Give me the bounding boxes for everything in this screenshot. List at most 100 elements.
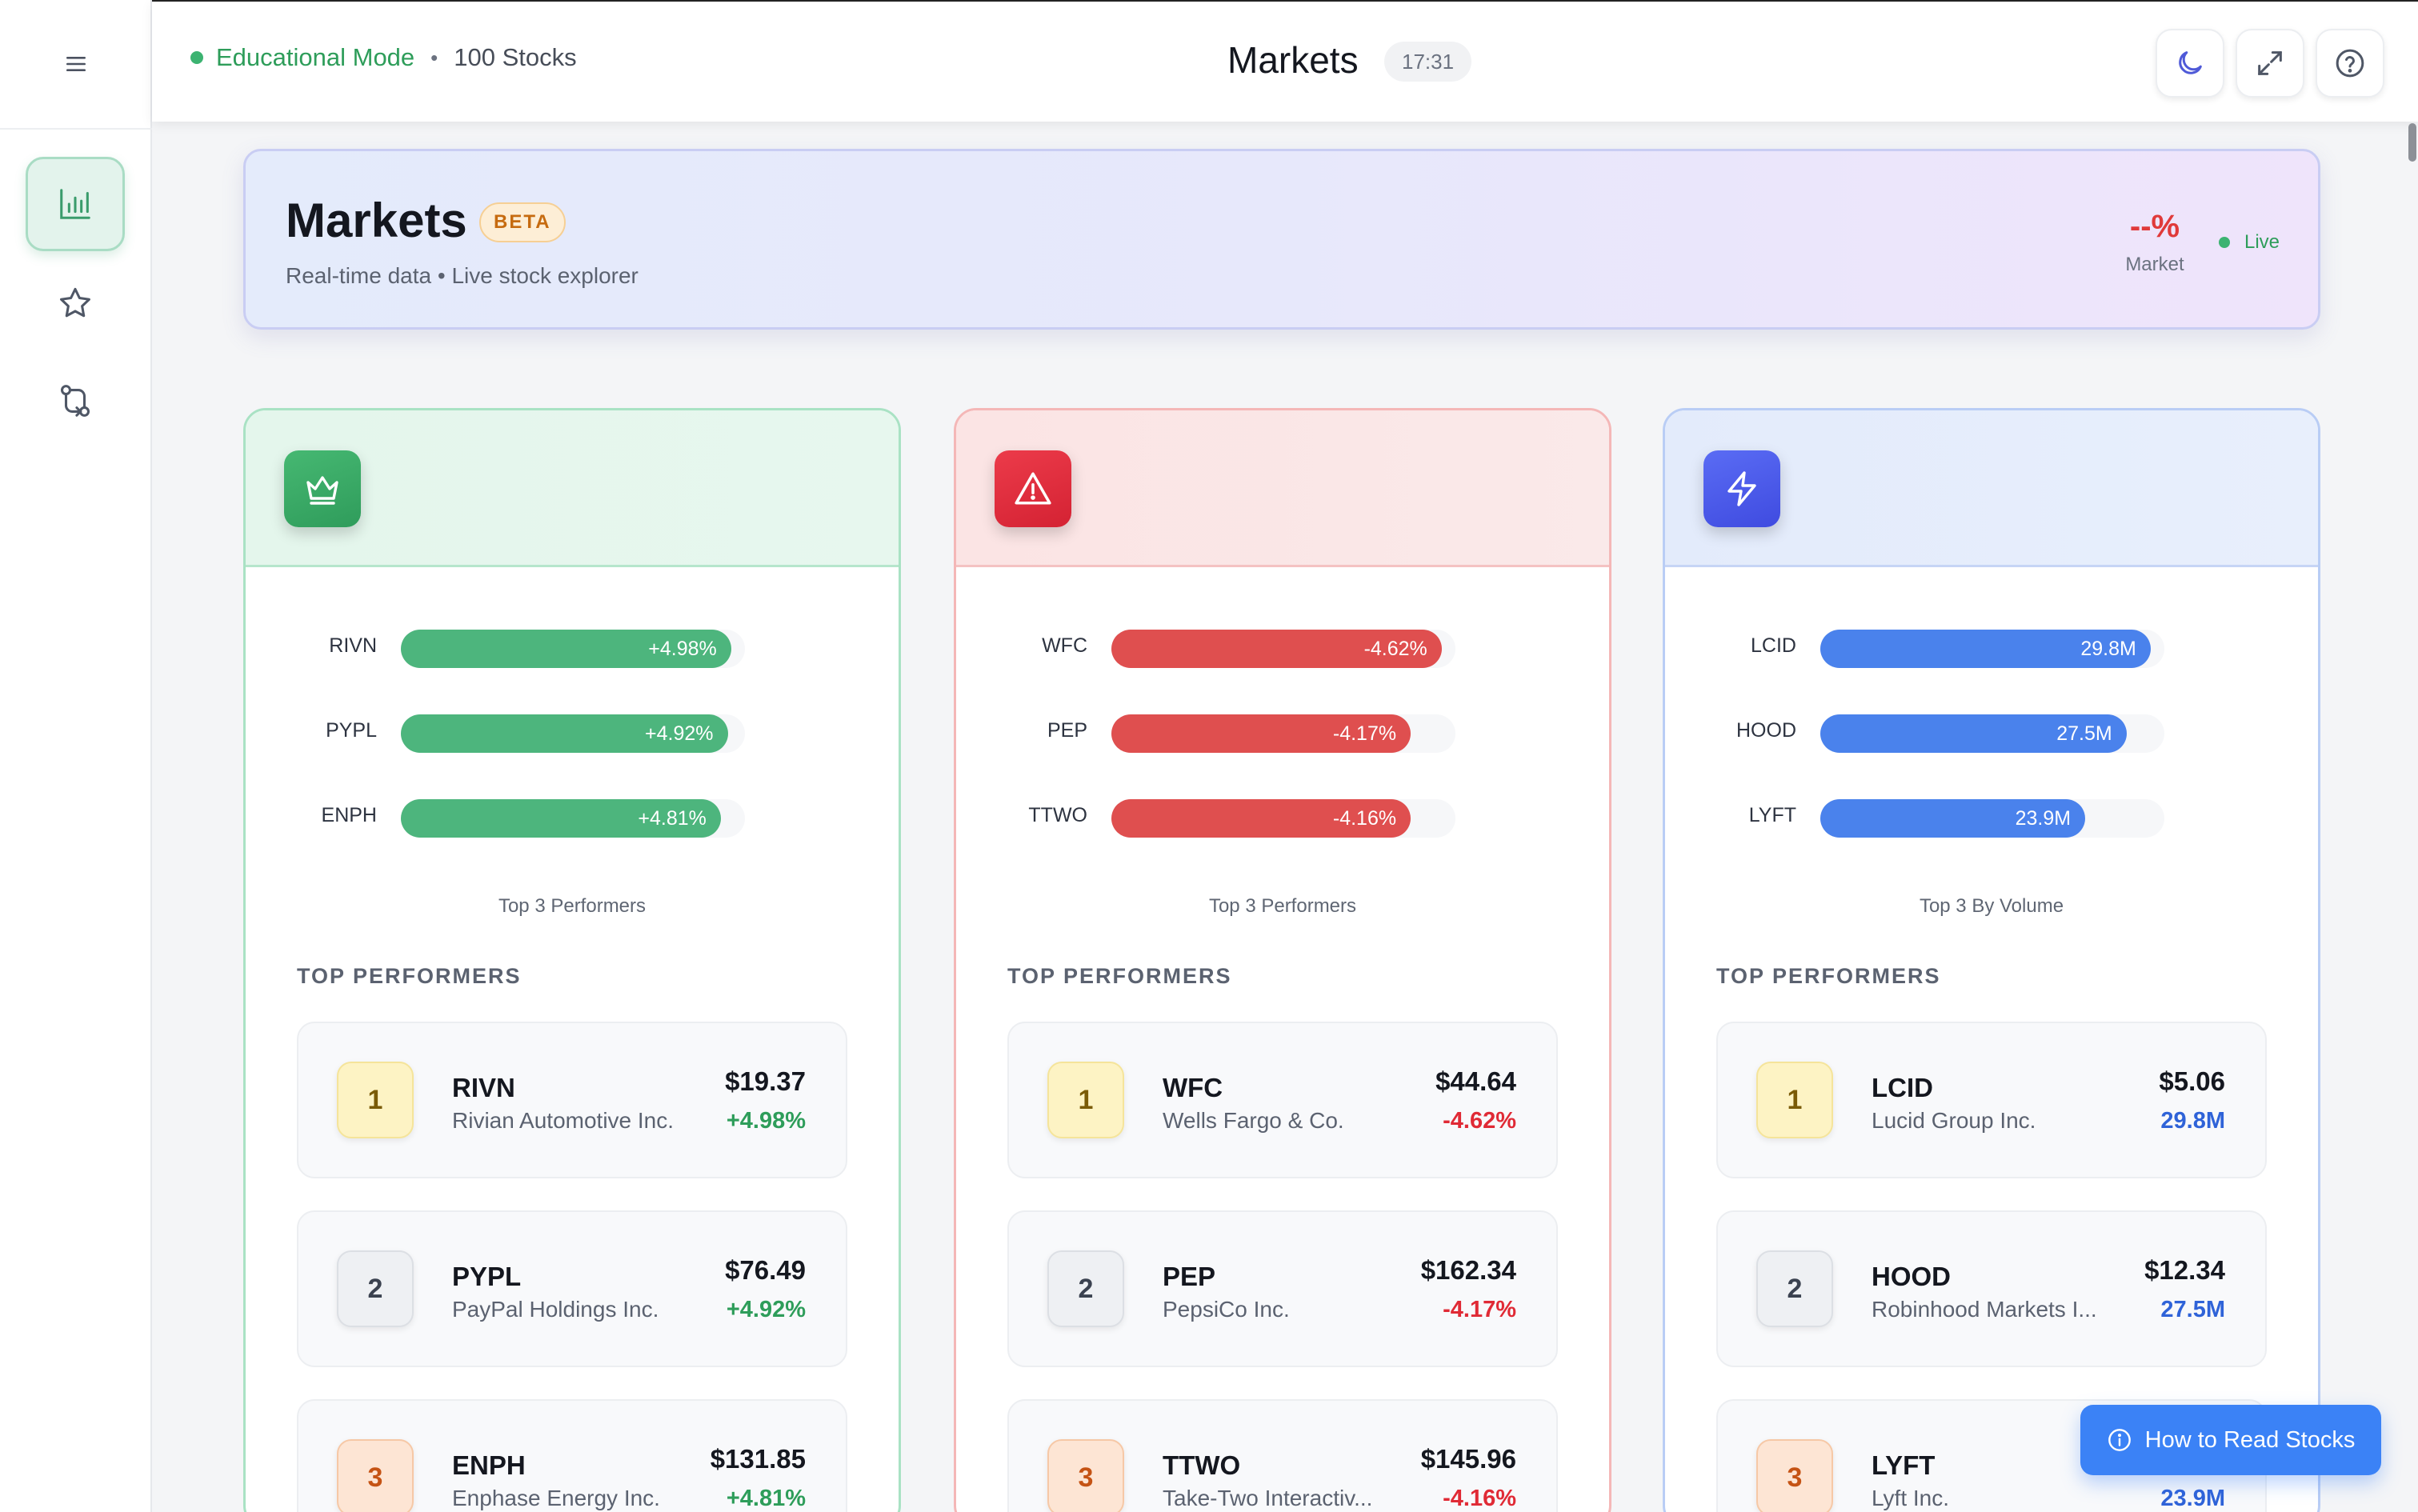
stock-symbol: HOOD (1872, 1262, 1951, 1291)
sidebar-item-markets[interactable] (26, 157, 125, 251)
bar-row: HOOD 27.5M (1665, 708, 2318, 756)
card-icon-badge (1703, 450, 1780, 527)
fullscreen-button[interactable] (2236, 29, 2304, 98)
bar-track: +4.92% (401, 714, 745, 753)
question-icon (2336, 49, 2364, 78)
live-dot (2219, 237, 2230, 248)
rank-badge: 3 (337, 1439, 414, 1512)
bar-fill: -4.17% (1111, 714, 1411, 753)
stock-change: 27.5M (2160, 1297, 2225, 1322)
live-indicator: Live (2219, 231, 2280, 254)
stock-change: -4.17% (1443, 1297, 1516, 1322)
company-name: Take-Two Interactiv... (1163, 1486, 1373, 1510)
live-label: Live (2244, 231, 2280, 253)
rank-badge: 3 (1047, 1439, 1124, 1512)
company-name: Lucid Group Inc. (1872, 1108, 2036, 1133)
bar-row: RIVN +4.98% (246, 623, 899, 671)
company-name: Rivian Automotive Inc. (452, 1108, 675, 1133)
stock-price: $131.85 (710, 1444, 806, 1474)
stock-count: 100 Stocks (454, 43, 577, 71)
stock-row[interactable]: 3 ENPH Enphase Energy Inc. $131.85 +4.81% (297, 1399, 847, 1512)
stock-change: +4.92% (726, 1297, 806, 1322)
company-name: Wells Fargo & Co. (1163, 1108, 1344, 1133)
stock-change: -4.16% (1443, 1486, 1516, 1511)
hero-banner: Markets BETA Real-time data • Live stock… (243, 149, 2320, 330)
card-header (246, 410, 899, 567)
losers-card: WFC -4.62% PEP -4.17% TTWO -4.16% Top 3 Perfor… (954, 408, 1611, 1512)
top-bar: Educational Mode • 100 Stocks Markets 17… (152, 0, 2418, 122)
rank-badge: 2 (1047, 1250, 1124, 1327)
stock-row[interactable]: 2 HOOD Robinhood Markets I... $12.34 27.5M (1716, 1210, 2267, 1367)
chart-caption: Top 3 Performers (498, 895, 647, 917)
sidebar-item-favorites[interactable] (26, 256, 125, 350)
expand-icon (2258, 51, 2282, 75)
stock-price: $5.06 (2159, 1066, 2225, 1096)
moon-icon (2179, 51, 2202, 74)
star-icon (60, 287, 90, 318)
stock-row[interactable]: 3 TTWO Take-Two Interactiv... $145.96 -4.16% (1007, 1399, 1558, 1512)
bar-fill: -4.16% (1111, 799, 1411, 838)
company-name: Lyft Inc. (1872, 1486, 1950, 1510)
stock-row[interactable]: 1 WFC Wells Fargo & Co. $44.64 -4.62% (1007, 1022, 1558, 1178)
bar-fill: -4.62% (1111, 630, 1442, 668)
bar-track: +4.81% (401, 799, 745, 838)
stock-symbol: RIVN (452, 1073, 515, 1102)
scrollbar-thumb[interactable] (2408, 123, 2416, 162)
stock-price: $19.37 (725, 1066, 806, 1096)
bar-symbol: WFC (1042, 634, 1087, 657)
stock-change: +4.81% (726, 1486, 806, 1511)
bar-row: LYFT 23.9M (1665, 793, 2318, 841)
rank-badge: 1 (1756, 1062, 1833, 1138)
stock-row[interactable]: 1 RIVN Rivian Automotive Inc. $19.37 +4.98% (297, 1022, 847, 1178)
mode-indicator: Educational Mode • 100 Stocks (190, 43, 577, 72)
bar-fill: +4.92% (401, 714, 728, 753)
stock-row[interactable]: 1 LCID Lucid Group Inc. $5.06 29.8M (1716, 1022, 2267, 1178)
stock-symbol: LYFT (1872, 1450, 1936, 1480)
company-name: PayPal Holdings Inc. (452, 1297, 659, 1322)
compare-icon (60, 385, 90, 417)
stock-symbol: PYPL (452, 1262, 522, 1291)
crown-icon (303, 470, 342, 508)
stock-price: $145.96 (1420, 1444, 1516, 1474)
hamburger-icon (66, 57, 86, 71)
warning-icon (1013, 469, 1053, 509)
card-icon-badge (284, 450, 361, 527)
rank-badge: 1 (1047, 1062, 1124, 1138)
bar-chart-icon (60, 189, 90, 219)
how-to-read-stocks-button[interactable]: How to Read Stocks (2080, 1405, 2381, 1475)
help-button[interactable] (2316, 29, 2384, 98)
bar-fill: 23.9M (1820, 799, 2086, 838)
sidebar-item-compare[interactable] (26, 354, 125, 448)
company-name: Robinhood Markets I... (1872, 1297, 2097, 1322)
stock-row[interactable]: 2 PEP PepsiCo Inc. $162.34 -4.17% (1007, 1210, 1558, 1367)
page-title: Markets (1227, 39, 1359, 81)
stock-symbol: LCID (1872, 1073, 1933, 1102)
chart-caption: Top 3 Performers (1208, 895, 1357, 917)
bar-track: -4.16% (1111, 799, 1455, 838)
volume-card: LCID 29.8M HOOD 27.5M LYFT 23.9M Top 3 By Volu… (1663, 408, 2320, 1512)
dark-mode-button[interactable] (2156, 29, 2224, 98)
stock-price: $76.49 (725, 1255, 806, 1285)
stock-row[interactable]: 2 PYPL PayPal Holdings Inc. $76.49 +4.92% (297, 1210, 847, 1367)
separator: • (430, 45, 438, 70)
stock-change: -4.62% (1443, 1108, 1516, 1134)
bar-track: +4.98% (401, 630, 745, 668)
bar-track: 27.5M (1820, 714, 2164, 753)
bar-symbol: TTWO (1028, 804, 1087, 826)
lightning-icon (1723, 470, 1761, 508)
stock-price: $12.34 (2144, 1255, 2225, 1285)
bar-fill: 27.5M (1820, 714, 2127, 753)
menu-button[interactable] (0, 0, 152, 130)
bar-symbol: LYFT (1748, 804, 1796, 826)
bar-symbol: ENPH (321, 804, 377, 826)
stock-change: +4.98% (726, 1108, 806, 1134)
bar-symbol: LCID (1751, 634, 1796, 657)
beta-badge: BETA (479, 202, 566, 242)
section-title: TOP PERFORMERS (1007, 964, 1232, 988)
bar-row: LCID 29.8M (1665, 623, 2318, 671)
status-dot (190, 51, 203, 64)
mode-label: Educational Mode (216, 43, 415, 71)
rank-badge: 2 (1756, 1250, 1833, 1327)
bar-symbol: HOOD (1736, 719, 1796, 742)
section-title: TOP PERFORMERS (297, 964, 522, 988)
